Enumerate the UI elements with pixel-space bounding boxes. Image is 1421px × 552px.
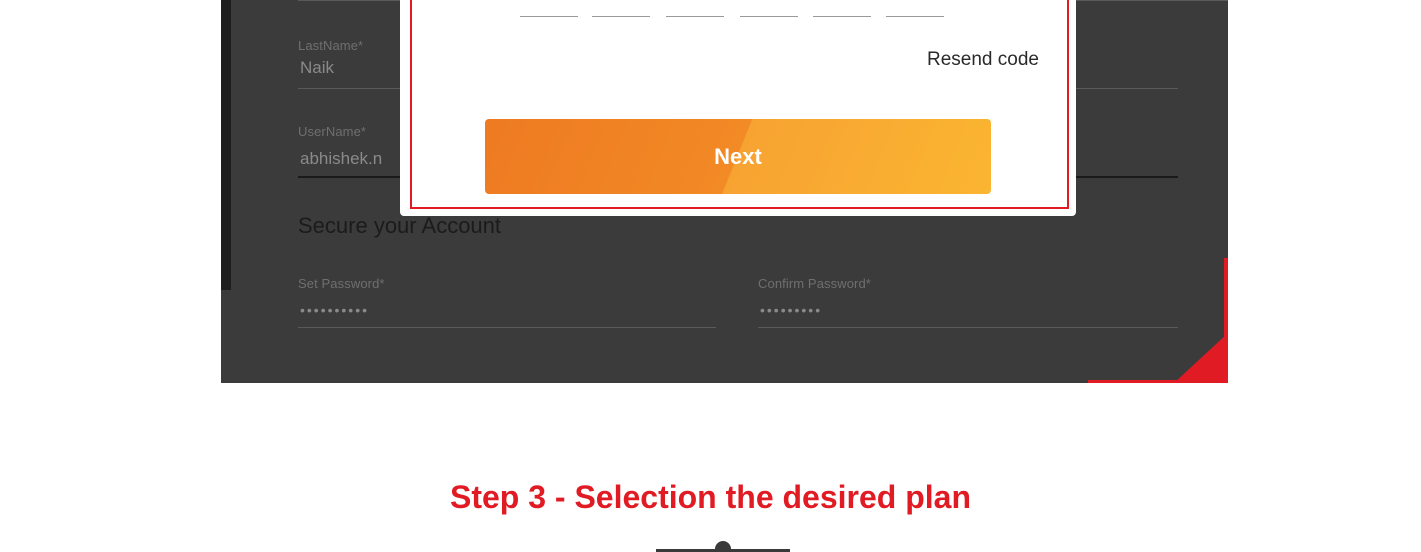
resend-code-link[interactable]: Resend code [927, 49, 1039, 71]
user-name-label: UserName* [298, 124, 367, 139]
user-name-input[interactable]: abhishek.n [300, 149, 382, 169]
section-title: Secure your Account [298, 213, 502, 238]
progress-connector-icon [656, 541, 790, 552]
left-edge-strip [221, 0, 231, 290]
otp-digit-6[interactable] [886, 16, 944, 17]
set-password-underline [298, 327, 716, 328]
otp-digit-1[interactable] [520, 16, 578, 17]
confirm-password-label: Confirm Password* [758, 276, 871, 291]
last-name-label: LastName* [298, 38, 364, 53]
otp-digit-5[interactable] [813, 16, 871, 17]
confirm-password-input[interactable]: ••••••••• [760, 302, 822, 318]
next-button[interactable]: Next [485, 119, 991, 194]
otp-digit-3[interactable] [666, 16, 724, 17]
set-password-label: Set Password* [298, 276, 385, 291]
otp-digit-2[interactable] [592, 16, 650, 17]
set-password-input[interactable]: •••••••••• [300, 302, 369, 318]
step-title: Step 3 - Selection the desired plan [449, 479, 971, 515]
corner-decoration [1088, 258, 1228, 383]
otp-digit-4[interactable] [740, 16, 798, 17]
last-name-input[interactable]: Naik [300, 58, 334, 78]
